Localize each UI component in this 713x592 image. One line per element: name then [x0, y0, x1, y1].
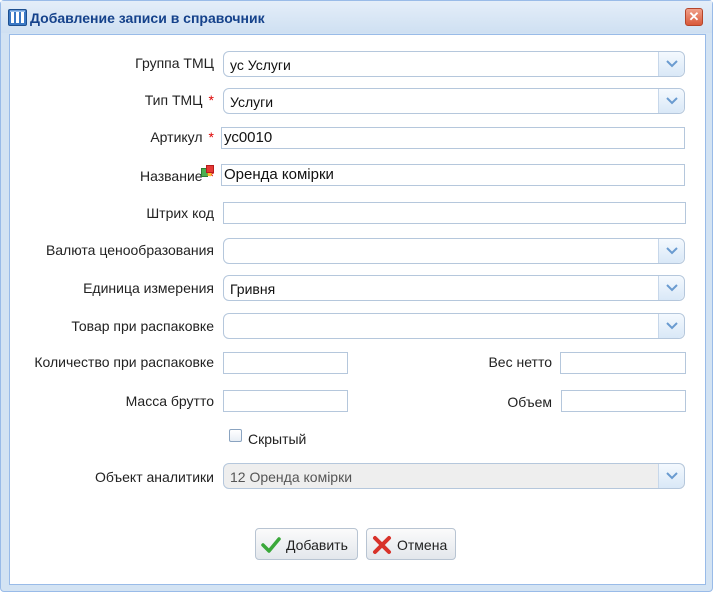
group-combo[interactable]: ус Услуги: [223, 51, 685, 77]
group-value: ус Услуги: [230, 57, 291, 73]
unpack-qty-label: Количество при распаковке: [34, 354, 214, 370]
group-label: Группа ТМЦ: [135, 55, 214, 71]
type-label: Тип ТМЦ *: [145, 92, 214, 108]
article-input[interactable]: ус0010: [221, 127, 685, 149]
volume-label: Объем: [507, 394, 552, 410]
gross-weight-label: Масса брутто: [125, 393, 214, 409]
type-label-text: Тип ТМЦ: [144, 92, 203, 108]
cancel-x-icon: [373, 536, 391, 554]
article-value: ус0010: [224, 129, 273, 146]
volume-input[interactable]: [561, 390, 686, 412]
gross-weight-input[interactable]: [223, 390, 348, 412]
analytics-dropdown-button: [658, 464, 684, 488]
name-input[interactable]: Оренда комірки: [221, 164, 685, 186]
net-weight-input[interactable]: [560, 352, 686, 374]
close-icon: ✕: [688, 9, 700, 24]
analytics-label: Объект аналитики: [94, 469, 214, 485]
barcode-input[interactable]: [223, 202, 686, 224]
translate-icon[interactable]: [201, 165, 214, 177]
currency-combo[interactable]: [223, 238, 685, 264]
analytics-value: 12 Оренда комірки: [230, 469, 353, 485]
type-dropdown-button[interactable]: [658, 89, 684, 113]
unpack-item-dropdown-button[interactable]: [658, 314, 684, 338]
title-bar[interactable]: Добавление записи в справочник ✕: [1, 1, 712, 33]
chevron-down-icon: [666, 60, 678, 68]
chevron-down-icon: [666, 472, 678, 480]
unit-value: Гривня: [230, 281, 276, 297]
type-value: Услуги: [230, 94, 274, 110]
unpack-item-label: Товар при распаковке: [71, 318, 214, 334]
unit-label: Единица измерения: [83, 280, 214, 296]
barcode-label: Штрих код: [146, 205, 214, 221]
unit-dropdown-button[interactable]: [658, 276, 684, 300]
checkmark-icon: [261, 537, 281, 553]
directory-icon: [8, 9, 27, 26]
group-dropdown-button[interactable]: [658, 52, 684, 76]
type-combo[interactable]: Услуги: [223, 88, 685, 114]
chevron-down-icon: [666, 284, 678, 292]
hidden-label[interactable]: Скрытый: [248, 431, 306, 447]
hidden-checkbox[interactable]: [229, 429, 242, 442]
net-weight-label: Вес нетто: [488, 354, 552, 370]
currency-label: Валюта ценообразования: [45, 242, 214, 258]
close-button[interactable]: ✕: [685, 8, 703, 26]
chevron-down-icon: [666, 97, 678, 105]
required-mark: *: [208, 92, 214, 108]
unpack-item-combo[interactable]: [223, 313, 685, 339]
article-label: Артикул *: [150, 129, 214, 145]
add-button[interactable]: Добавить: [255, 528, 358, 560]
add-record-dialog: Добавление записи в справочник ✕ Группа …: [0, 0, 713, 592]
cancel-button[interactable]: Отмена: [366, 528, 456, 560]
form-panel: [9, 34, 706, 585]
article-label-text: Артикул: [150, 129, 203, 145]
required-mark: *: [208, 129, 214, 145]
chevron-down-icon: [666, 322, 678, 330]
cancel-button-label: Отмена: [397, 537, 448, 553]
chevron-down-icon: [666, 247, 678, 255]
name-label-text: Название: [139, 168, 203, 184]
name-value: Оренда комірки: [224, 166, 334, 183]
analytics-combo: 12 Оренда комірки: [223, 463, 685, 489]
unpack-qty-input[interactable]: [223, 352, 348, 374]
unit-combo[interactable]: Гривня: [223, 275, 685, 301]
add-button-label: Добавить: [286, 537, 348, 553]
dialog-title: Добавление записи в справочник: [30, 10, 265, 26]
currency-dropdown-button[interactable]: [658, 239, 684, 263]
